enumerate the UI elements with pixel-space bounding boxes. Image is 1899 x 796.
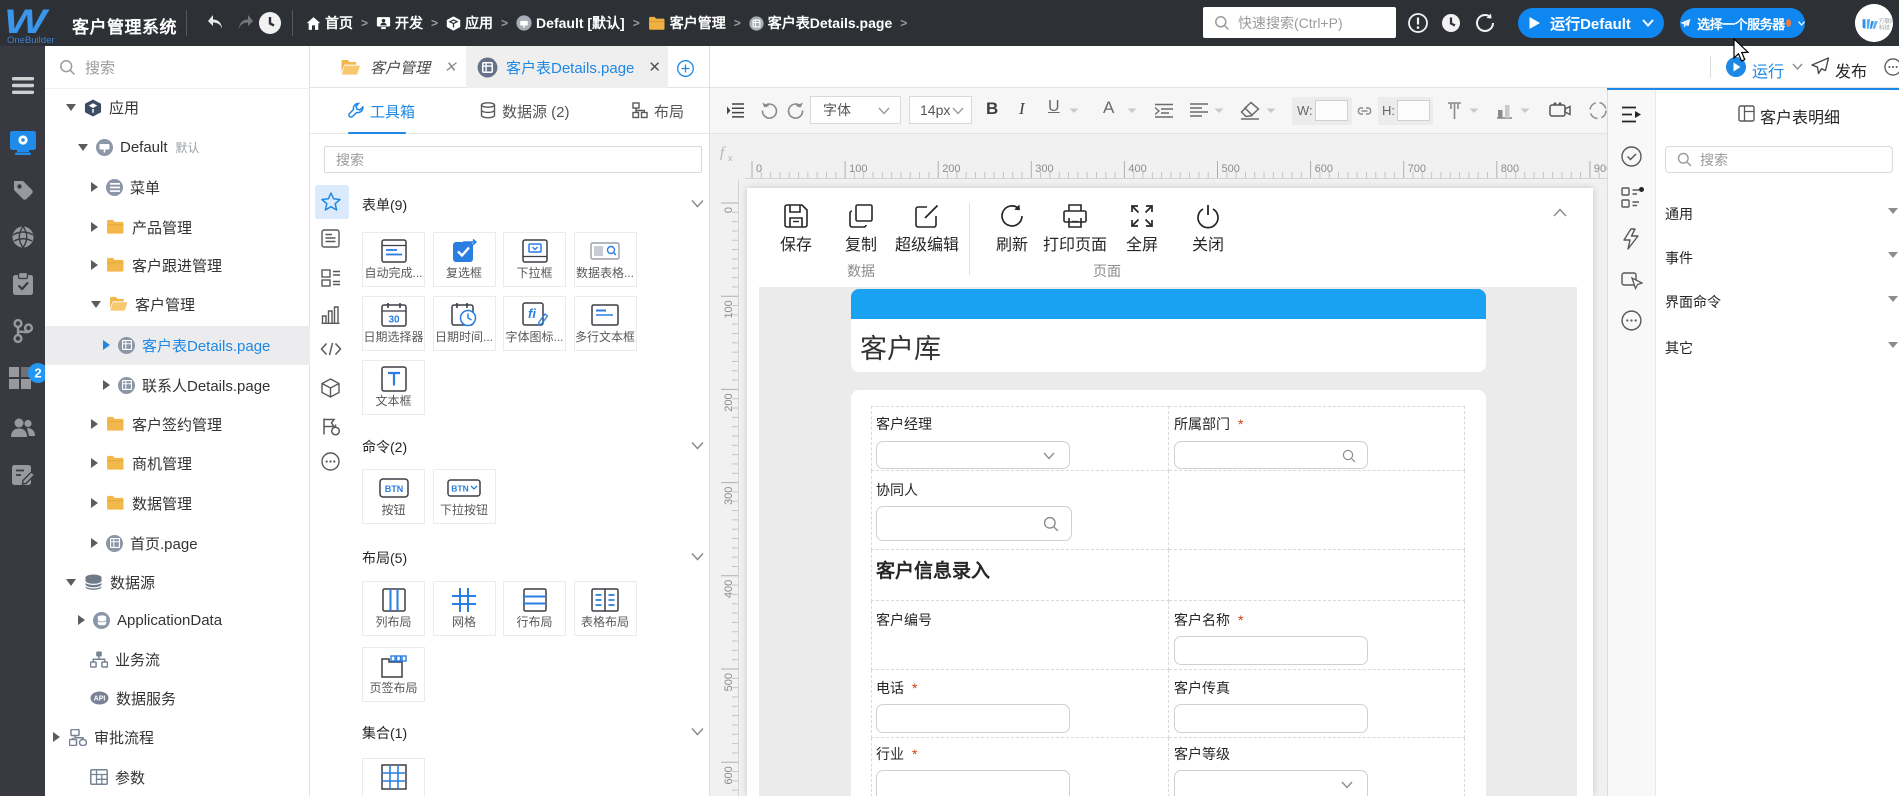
svg-text:fi: fi: [528, 306, 536, 321]
svg-text:API: API: [94, 696, 106, 703]
svg-text:300: 300: [1035, 163, 1053, 175]
svg-text:30: 30: [388, 314, 400, 325]
svg-text:BTN: BTN: [451, 484, 468, 494]
svg-text:200: 200: [723, 393, 735, 411]
svg-text:400: 400: [723, 580, 735, 598]
svg-text:600: 600: [723, 766, 735, 784]
svg-text:400: 400: [1128, 163, 1146, 175]
svg-text:300: 300: [723, 487, 735, 505]
svg-text:600: 600: [1315, 163, 1333, 175]
svg-text:BTN: BTN: [384, 484, 403, 494]
svg-text:200: 200: [942, 163, 960, 175]
svg-text:500: 500: [723, 673, 735, 691]
svg-text:900: 900: [1594, 163, 1607, 175]
svg-text:f: f: [720, 145, 726, 161]
svg-text:100: 100: [723, 300, 735, 318]
svg-text:x: x: [728, 153, 733, 163]
svg-text:科技: 科技: [1879, 24, 1891, 32]
svg-text:万联网: 万联网: [1879, 17, 1893, 25]
svg-text:100: 100: [849, 163, 867, 175]
svg-text:OneBuilder: OneBuilder: [7, 35, 55, 44]
svg-text:2: 2: [34, 366, 41, 381]
svg-text:800: 800: [1501, 163, 1519, 175]
svg-text:500: 500: [1222, 163, 1240, 175]
svg-text:700: 700: [1408, 163, 1426, 175]
